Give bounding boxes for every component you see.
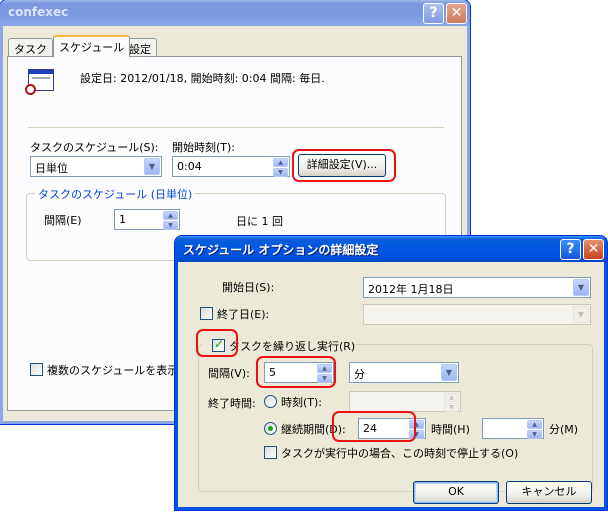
main-titlebar[interactable]: confexec ? ✕ — [0, 0, 470, 26]
close-button[interactable]: ✕ — [446, 3, 467, 24]
interval-label: 間隔(E) — [44, 214, 82, 227]
cancel-button[interactable]: キャンセル — [506, 481, 592, 504]
schedule-type-label: タスクのスケジュール(S): — [30, 141, 159, 154]
spin-up-icon[interactable]: ▲ — [163, 211, 178, 220]
dialog-help-button[interactable]: ? — [560, 239, 581, 260]
spin-down-icon[interactable]: ▼ — [163, 221, 178, 230]
interval-spinner[interactable]: ▲ ▼ — [163, 211, 178, 230]
divider — [28, 127, 444, 128]
minutes-label: 分(M) — [549, 423, 579, 436]
chevron-down-icon[interactable]: ▼ — [441, 364, 457, 381]
until-time-input[interactable]: ▲ ▼ — [349, 391, 461, 412]
tab-schedule[interactable]: スケジュール — [53, 35, 131, 57]
spin-up-icon[interactable]: ▲ — [444, 393, 459, 402]
duration-radio[interactable] — [264, 422, 277, 435]
dialog-title: スケジュール オプションの詳細設定 — [183, 243, 379, 257]
end-date-label: 終了日(E): — [217, 308, 270, 321]
duration-minutes-spinner[interactable]: ▲ ▼ — [527, 420, 542, 439]
every-unit-select[interactable]: 分 ▼ — [349, 362, 459, 383]
until-label: 終了時間: — [208, 397, 256, 410]
start-date-picker[interactable]: 2012年 1月18日 ▼ — [363, 277, 591, 298]
ok-button[interactable]: OK — [413, 481, 499, 504]
highlight-duration — [332, 411, 416, 442]
start-time-input[interactable]: 0:04 ▲ ▼ — [172, 156, 290, 177]
highlight-repeat — [196, 329, 238, 357]
start-date-value: 2012年 1月18日 — [368, 283, 454, 296]
dialog-titlebar[interactable]: スケジュール オプションの詳細設定 ? ✕ — [175, 236, 607, 262]
start-time-label: 開始時刻(T): — [172, 141, 236, 154]
stop-task-label: タスクが実行中の場合、この時刻で停止する(O) — [281, 447, 519, 460]
end-date-checkbox[interactable] — [200, 307, 213, 320]
dialog-client: 開始日(S): 2012年 1月18日 ▼ 終了日(E): ▼ タスクを繰り返し… — [178, 262, 604, 507]
main-title: confexec — [8, 5, 69, 19]
every-label: 間隔(V): — [208, 367, 250, 380]
spin-down-icon[interactable]: ▼ — [273, 168, 288, 177]
interval-unit: 日に 1 回 — [236, 215, 283, 228]
calendar-dropdown-icon[interactable]: ▼ — [573, 306, 589, 323]
schedule-type-value: 日単位 — [35, 162, 68, 175]
repeat-label: タスクを繰り返し実行(R) — [229, 340, 356, 353]
interval-input[interactable]: 1 ▲ ▼ — [114, 209, 180, 230]
schedule-summary: 設定日: 2012/01/18, 開始時刻: 0:04 間隔: 毎日. — [80, 72, 325, 85]
dialog-close-button[interactable]: ✕ — [583, 239, 604, 260]
start-time-spinner[interactable]: ▲ ▼ — [273, 158, 288, 177]
interval-value: 1 — [119, 213, 126, 226]
advanced-dialog: スケジュール オプションの詳細設定 ? ✕ 開始日(S): 2012年 1月18… — [175, 236, 607, 510]
highlight-every — [256, 356, 336, 388]
help-button[interactable]: ? — [423, 3, 444, 24]
stop-task-checkbox[interactable] — [264, 446, 277, 459]
until-time-spinner[interactable]: ▲ ▼ — [444, 393, 459, 412]
multiple-schedules-checkbox[interactable] — [30, 363, 43, 376]
time-radio[interactable] — [264, 395, 277, 408]
duration-minutes-input[interactable]: ▲ ▼ — [482, 418, 544, 439]
schedule-type-select[interactable]: 日単位 ▼ — [30, 156, 162, 177]
spin-up-icon[interactable]: ▲ — [527, 420, 542, 429]
start-time-value: 0:04 — [177, 160, 202, 173]
scheduled-task-icon — [25, 69, 54, 95]
every-unit-value: 分 — [354, 368, 365, 381]
time-option-label: 時刻(T): — [281, 396, 323, 409]
start-date-label: 開始日(S): — [222, 281, 275, 294]
highlight-advanced — [292, 149, 396, 182]
calendar-dropdown-icon[interactable]: ▼ — [573, 279, 589, 296]
daily-group-title: タスクのスケジュール (日単位) — [35, 186, 196, 202]
hours-label: 時間(H) — [431, 423, 470, 436]
spin-down-icon[interactable]: ▼ — [527, 430, 542, 439]
chevron-down-icon[interactable]: ▼ — [144, 158, 160, 175]
spin-down-icon[interactable]: ▼ — [444, 403, 459, 412]
spin-up-icon[interactable]: ▲ — [273, 158, 288, 167]
end-date-picker[interactable]: ▼ — [363, 304, 591, 325]
multiple-schedules-label: 複数のスケジュールを表示す — [47, 364, 190, 377]
tab-task[interactable]: タスク — [8, 38, 53, 57]
